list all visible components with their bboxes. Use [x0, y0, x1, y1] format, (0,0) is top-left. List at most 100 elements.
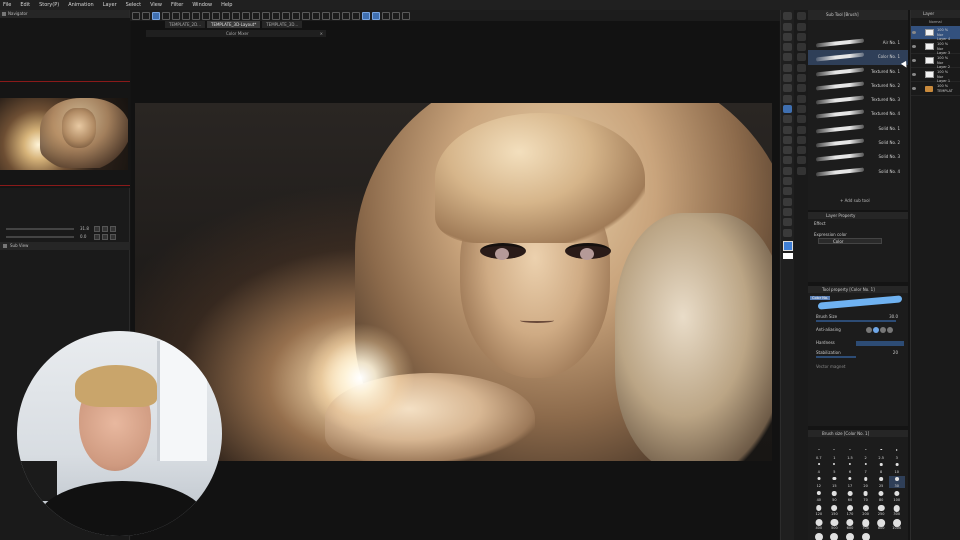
brush-size-option[interactable]: 2000 [858, 532, 874, 540]
zoom-slider[interactable] [6, 228, 74, 230]
aa-none-option[interactable] [866, 327, 872, 333]
sub-tool-item[interactable]: Color No. 1 [808, 50, 908, 65]
menu-item[interactable]: Help [221, 2, 232, 8]
command-icon[interactable] [342, 11, 350, 20]
command-icon[interactable] [322, 11, 330, 20]
brush-size-option[interactable]: 700 [858, 518, 874, 530]
command-icon[interactable] [142, 11, 150, 20]
hand-icon[interactable] [783, 22, 792, 31]
panel-toggle-icon[interactable] [796, 63, 806, 72]
zoom-icon[interactable] [783, 12, 792, 21]
panel-menu-icon[interactable] [2, 12, 6, 16]
operation-icon[interactable] [783, 43, 792, 52]
panel-toggle-icon[interactable] [796, 146, 806, 155]
figure-icon[interactable] [783, 177, 792, 186]
brush-size-option[interactable]: 1 [827, 448, 843, 460]
brush-size-option[interactable]: 2.5 [873, 448, 889, 460]
panel-toggle-icon[interactable] [796, 94, 806, 103]
eye-icon[interactable] [912, 59, 916, 62]
color-mixer-header[interactable]: Color Mixer × [146, 30, 326, 37]
brush-size-option[interactable]: 50 [827, 490, 843, 502]
menu-item[interactable]: Layer [103, 2, 117, 8]
flip-button[interactable] [110, 234, 116, 240]
panel-toggle-icon[interactable] [796, 156, 806, 165]
layer-row[interactable]: 100 % Nor Layer 1 [911, 68, 960, 83]
blend-icon[interactable] [783, 146, 792, 155]
command-icon[interactable] [162, 11, 170, 20]
panel-toggle-icon[interactable] [796, 125, 806, 134]
main-color-swatch[interactable] [782, 240, 793, 251]
anti-aliasing-row[interactable]: Anti-aliasing [816, 327, 904, 335]
expression-color-select[interactable]: Color [818, 238, 882, 244]
brush-size-option[interactable]: 600 [842, 518, 858, 530]
brush-size-option[interactable]: 1500 [827, 532, 843, 540]
aa-strong-option[interactable] [887, 327, 893, 333]
layer-row[interactable]: 100 % Nor Layer 3 [911, 40, 960, 55]
menu-item[interactable]: Filter [171, 2, 183, 8]
menu-item[interactable]: Animation [68, 2, 94, 8]
eye-icon[interactable] [912, 31, 916, 34]
navigator-view[interactable] [0, 18, 130, 188]
command-icon[interactable] [232, 11, 240, 20]
brush-size-option[interactable]: 7 [858, 462, 874, 474]
sub-tool-item[interactable]: Solid No. 4 [808, 165, 908, 179]
zoom-out-button[interactable] [94, 226, 100, 232]
sub-tool-item[interactable]: Textured No. 1 [808, 65, 908, 79]
brush-size-option[interactable]: 70 [858, 490, 874, 502]
brush-size-option[interactable]: 60 [842, 490, 858, 502]
command-icon[interactable] [192, 11, 200, 20]
rotate-left-button[interactable] [94, 234, 100, 240]
text-icon[interactable] [783, 207, 792, 216]
eye-icon[interactable] [912, 45, 916, 48]
panel-toggle-icon[interactable] [796, 135, 806, 144]
panel-menu-icon[interactable] [3, 244, 7, 248]
brush-size-option[interactable]: 400 [811, 518, 827, 530]
stabilization-slider[interactable] [816, 356, 856, 358]
lasso-icon[interactable] [783, 63, 792, 72]
brush-size-option[interactable]: 1000 [889, 518, 905, 530]
menu-item[interactable]: Edit [20, 2, 30, 8]
brush-size-option[interactable]: 20 [858, 476, 874, 488]
aa-weak-option[interactable] [873, 327, 879, 333]
sub-tool-item[interactable]: Textured No. 3 [808, 93, 908, 107]
panel-toggle-icon[interactable] [796, 43, 806, 52]
brush-size-option[interactable]: 170 [842, 504, 858, 516]
close-icon[interactable]: × [320, 30, 323, 37]
sub-tool-item[interactable]: Solid No. 3 [808, 150, 908, 164]
brush-size-option[interactable]: 5 [827, 462, 843, 474]
eraser-icon[interactable] [783, 135, 792, 144]
menu-item[interactable]: View [150, 2, 162, 8]
ruler-icon[interactable] [783, 197, 792, 206]
sub-tool-item[interactable]: Air No. 1 [808, 36, 908, 50]
eye-icon[interactable] [912, 73, 916, 76]
command-icon[interactable] [182, 11, 190, 20]
decoration-icon[interactable] [783, 125, 792, 134]
command-icon[interactable] [222, 11, 230, 20]
selection-icon[interactable] [783, 53, 792, 62]
layer-row[interactable]: 100 % Nor Layer 4 [911, 26, 960, 41]
airbrush-icon[interactable] [783, 115, 792, 124]
brush-size-option[interactable]: 1.5 [842, 448, 858, 460]
panel-toggle-icon[interactable] [796, 12, 806, 21]
rotate-right-button[interactable] [102, 234, 108, 240]
brush-size-option[interactable]: 120 [811, 504, 827, 516]
fit-button[interactable] [110, 226, 116, 232]
vector-magnet-row[interactable]: Vector magnet [816, 364, 904, 372]
command-icon[interactable] [242, 11, 250, 20]
command-icon[interactable] [202, 11, 210, 20]
document-tab[interactable]: TEMPLATE_3D-Layout* [207, 21, 261, 28]
brush-size-option[interactable]: 2 [858, 448, 874, 460]
document-tab[interactable]: TEMPLATE_2D... [165, 21, 205, 28]
brush-size-option[interactable]: 100 [889, 490, 905, 502]
brush-size-option[interactable]: 250 [873, 504, 889, 516]
sub-tool-item[interactable]: Textured No. 4 [808, 107, 908, 121]
brush-size-option[interactable]: 1200 [811, 532, 827, 540]
command-icon[interactable] [402, 11, 410, 20]
menu-item[interactable]: Story(P) [39, 2, 59, 8]
gradient-icon[interactable] [783, 166, 792, 175]
sub-tool-item[interactable]: Solid No. 1 [808, 122, 908, 136]
brush-size-option[interactable]: 200 [858, 504, 874, 516]
brush-size-option[interactable]: 500 [827, 518, 843, 530]
command-icon[interactable] [172, 11, 180, 20]
brush-icon[interactable] [783, 104, 792, 113]
